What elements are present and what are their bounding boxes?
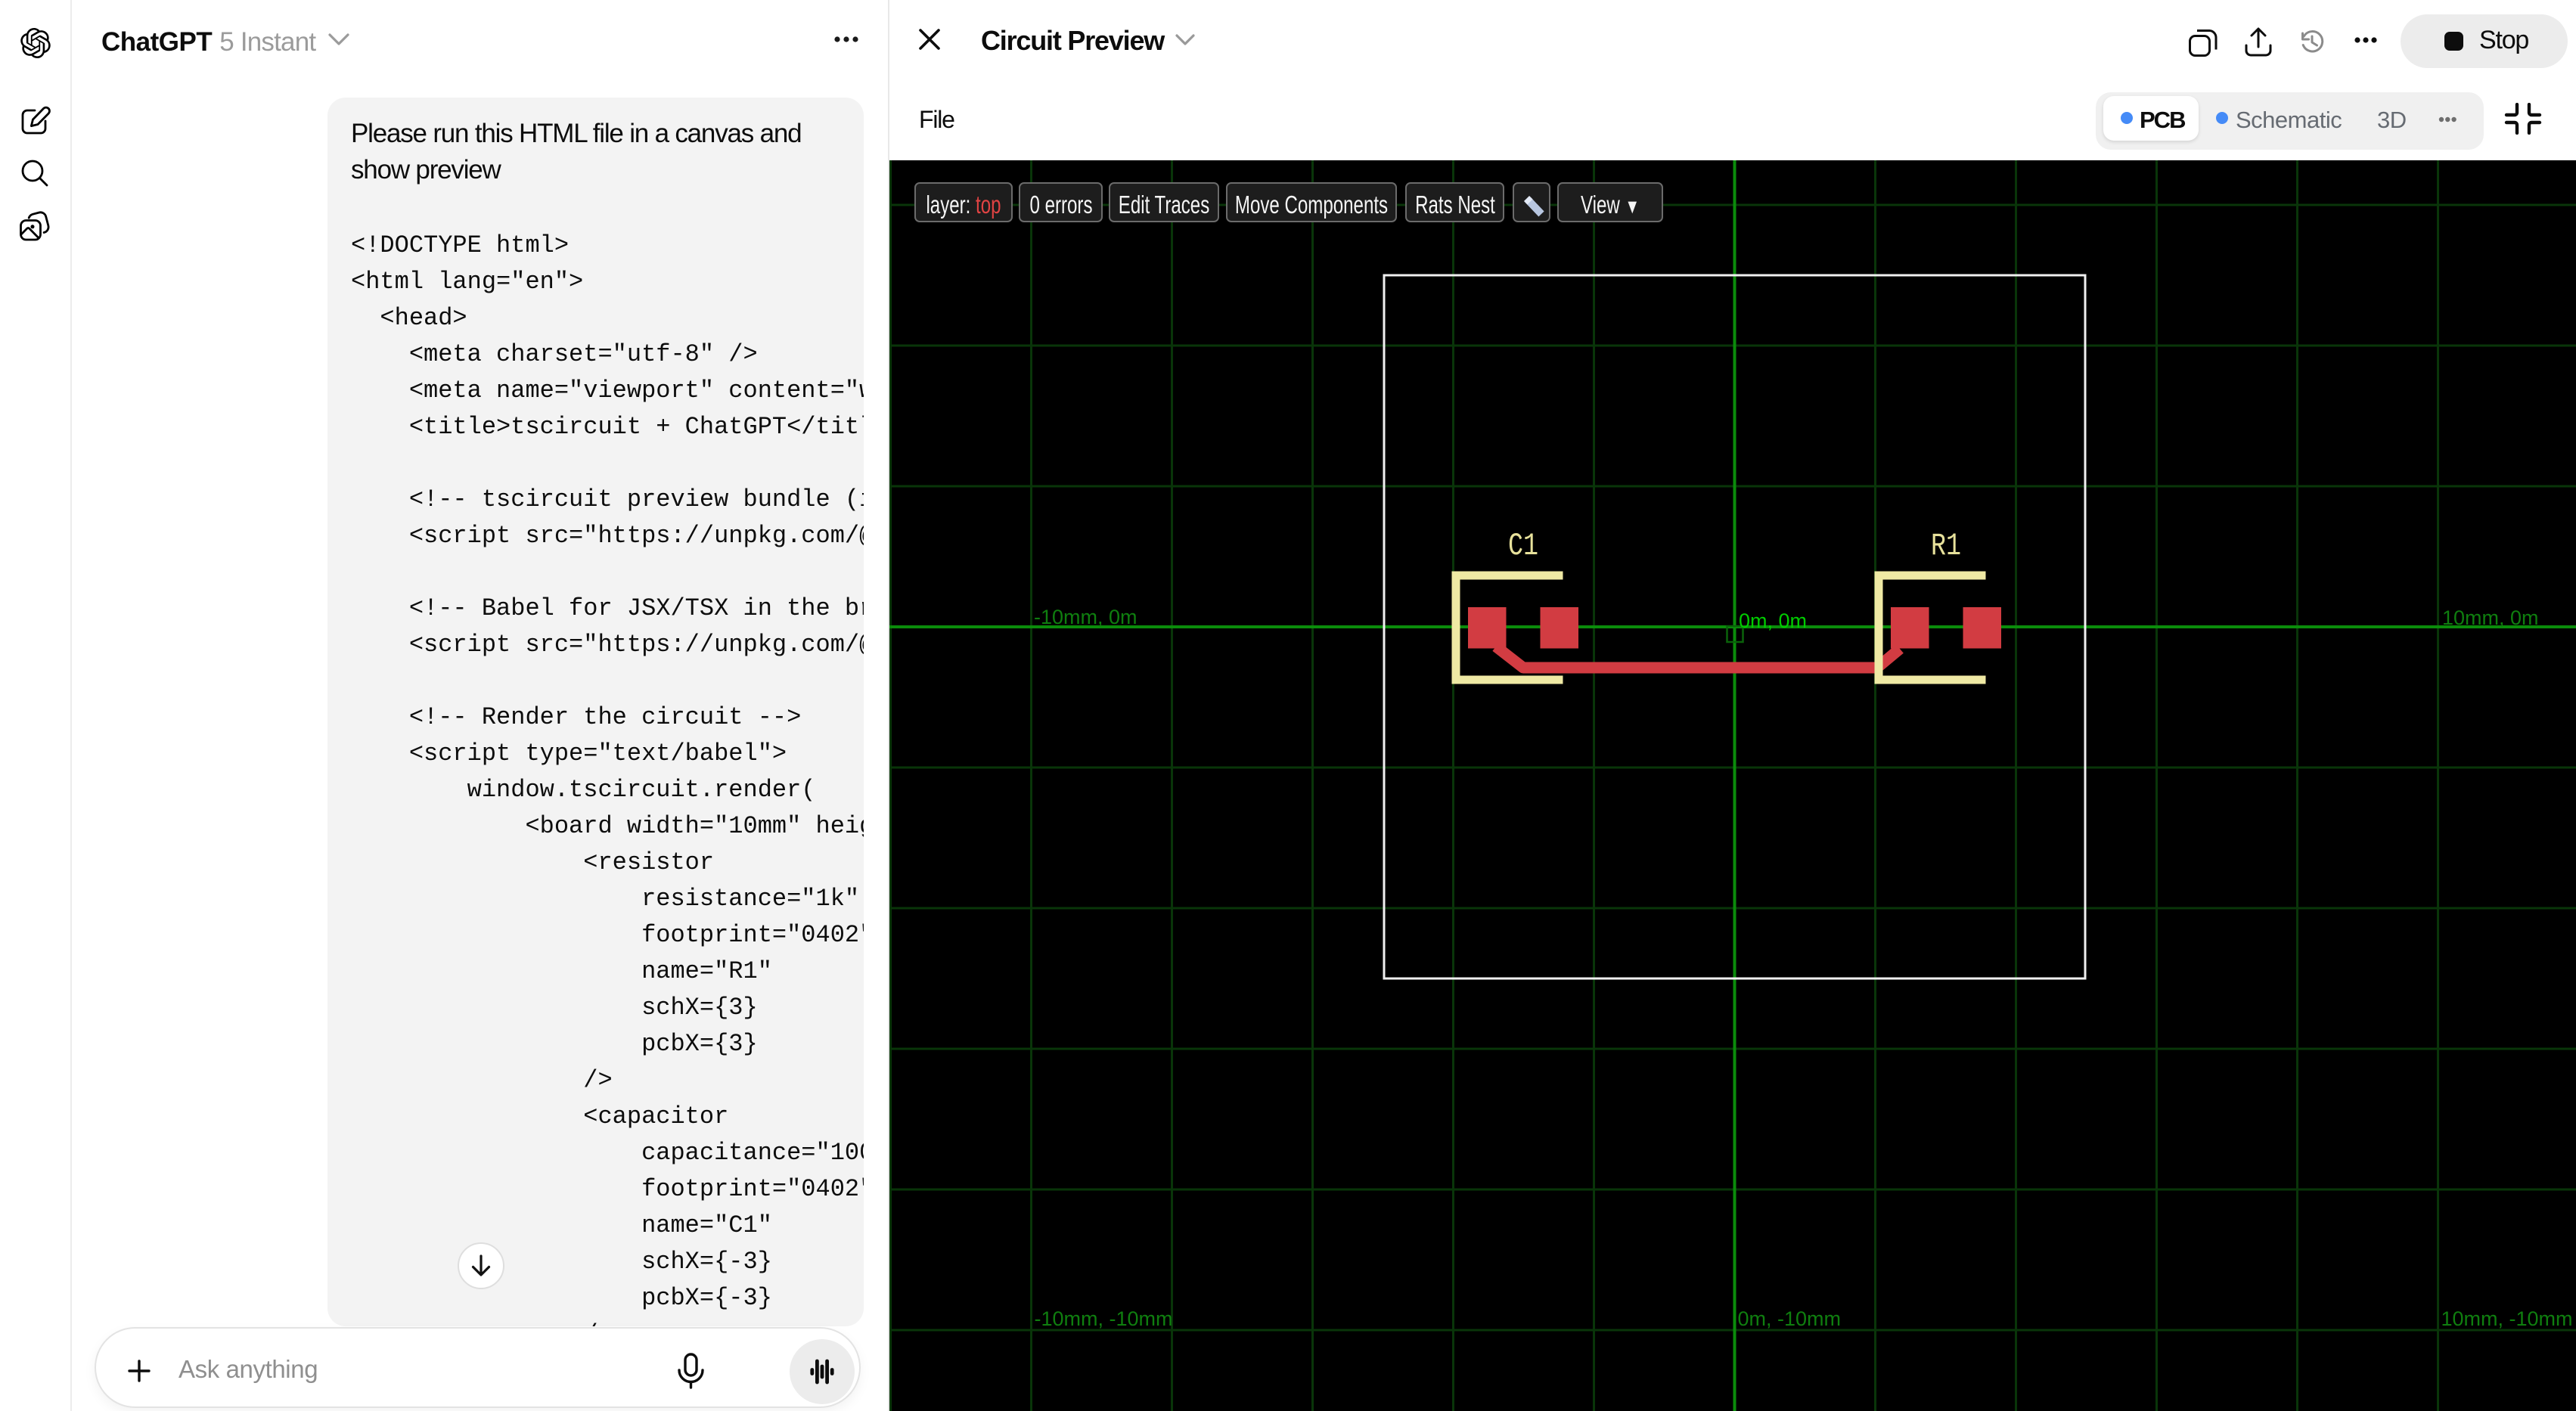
svg-text:-10mm, -10mm: -10mm, -10mm <box>1035 1307 1173 1330</box>
svg-text:C1: C1 <box>1508 528 1538 564</box>
svg-text:-10mm, 0m: -10mm, 0m <box>1034 606 1137 628</box>
svg-text:R1: R1 <box>1931 528 1961 564</box>
svg-text:10mm, -10mm: 10mm, -10mm <box>2441 1307 2573 1330</box>
svg-text:0m, 0m: 0m, 0m <box>1739 609 1807 632</box>
svg-text:10mm, 0m: 10mm, 0m <box>2442 606 2539 629</box>
svg-text:0m, -10mm: 0m, -10mm <box>1738 1307 1842 1330</box>
